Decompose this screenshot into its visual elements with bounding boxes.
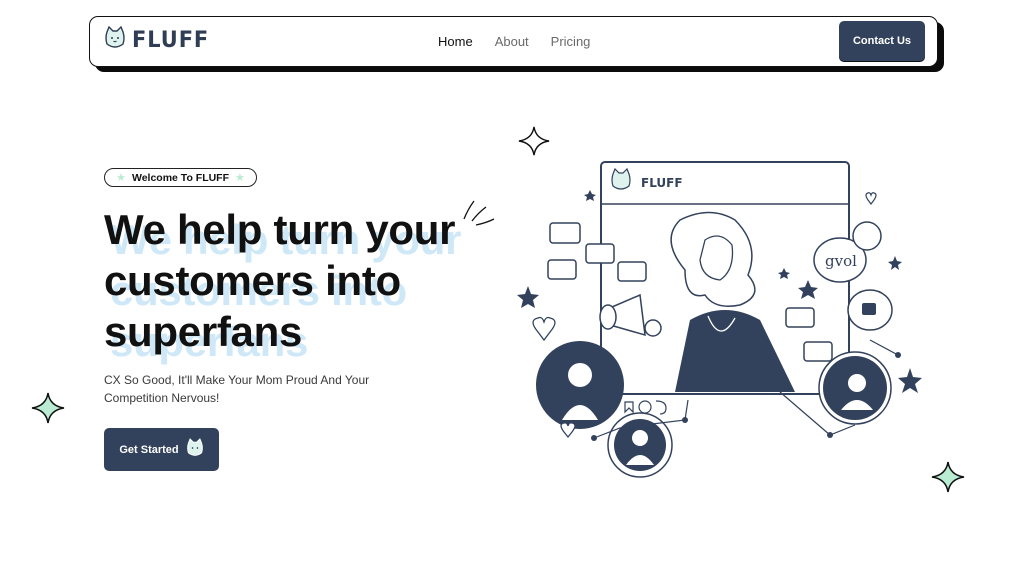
contact-us-button[interactable]: Contact Us bbox=[839, 21, 925, 61]
brand-logo[interactable]: FLUFF bbox=[104, 25, 211, 55]
accent-strokes-icon bbox=[463, 200, 495, 226]
hero-subtext: CX So Good, It'll Make Your Mom Proud An… bbox=[104, 371, 404, 407]
cat-face-icon bbox=[104, 25, 126, 55]
get-started-button[interactable]: Get Started bbox=[104, 428, 219, 471]
hero-headline: We help turn your customers into superfa… bbox=[104, 204, 524, 357]
sparkle-icon bbox=[31, 392, 65, 424]
cat-face-icon bbox=[186, 438, 204, 461]
sparkle-icon bbox=[931, 461, 965, 493]
navbar: FLUFF Home About Pricing Contact Us bbox=[89, 16, 938, 67]
headline-line: We help turn your bbox=[104, 206, 456, 253]
headline-line: customers into bbox=[104, 257, 401, 304]
hero-subtext-line: Competition Nervous! bbox=[104, 391, 220, 405]
star-icon: ★ bbox=[235, 172, 245, 184]
hero-subtext-line: CX So Good, It'll Make Your Mom Proud An… bbox=[104, 373, 370, 387]
welcome-badge: ★ Welcome To FLUFF ★ bbox=[104, 168, 257, 187]
brand-name: FLUFF bbox=[132, 28, 210, 53]
nav-links: Home About Pricing bbox=[438, 34, 590, 49]
speech-bubble-text: gvol bbox=[825, 252, 857, 270]
get-started-label: Get Started bbox=[119, 443, 179, 456]
star-icon: ★ bbox=[116, 172, 126, 184]
welcome-badge-text: Welcome To FLUFF bbox=[131, 171, 230, 184]
nav-link-about[interactable]: About bbox=[495, 34, 529, 49]
hero-illustration: FLUFF gvol bbox=[517, 161, 922, 478]
headline-line: superfans bbox=[104, 308, 303, 355]
nav-link-home[interactable]: Home bbox=[438, 34, 473, 49]
window-brand: FLUFF bbox=[641, 176, 683, 190]
nav-link-pricing[interactable]: Pricing bbox=[551, 34, 591, 49]
